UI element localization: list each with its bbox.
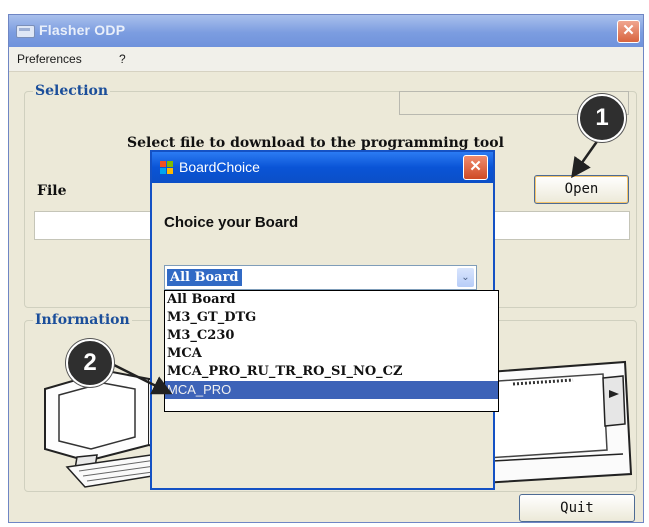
board-select[interactable]: All Board ⌄: [164, 265, 477, 290]
menu-preferences[interactable]: Preferences: [17, 52, 82, 66]
dropdown-option-selected[interactable]: MCA_PRO: [165, 381, 498, 399]
menu-help[interactable]: ?: [119, 52, 126, 66]
dropdown-option[interactable]: All Board: [165, 291, 498, 309]
dropdown-option[interactable]: M3_GT_DTG: [165, 309, 498, 327]
window-title: Flasher ODP: [39, 22, 126, 38]
callout-badge-1: 1: [578, 94, 626, 142]
chevron-down-icon[interactable]: ⌄: [457, 268, 474, 287]
callout-badge-2: 2: [66, 339, 114, 387]
dialog-close-button[interactable]: ✕: [463, 155, 488, 180]
open-button[interactable]: Open: [534, 175, 629, 204]
quit-button[interactable]: Quit: [519, 494, 635, 522]
title-bar[interactable]: Flasher ODP ✕: [9, 15, 643, 47]
selection-group-title: Selection: [33, 83, 111, 99]
instruction-text: Select file to download to the programmi…: [127, 135, 504, 151]
dropdown-option[interactable]: MCA: [165, 345, 498, 363]
windows-flag-icon: [160, 161, 173, 174]
board-choice-dialog: BoardChoice ✕ Choice your Board All Boar…: [150, 150, 499, 490]
information-group-title: Information: [33, 312, 132, 328]
dialog-title: BoardChoice: [179, 159, 260, 175]
board-dropdown-list: All Board M3_GT_DTG M3_C230 MCA MCA_PRO_…: [164, 290, 499, 412]
dropdown-option[interactable]: M3_C230: [165, 327, 498, 345]
dropdown-option[interactable]: MCA_PRO_RU_TR_RO_SI_NO_CZ: [165, 363, 498, 381]
window-app-icon: [16, 25, 35, 38]
file-label: File: [37, 183, 67, 199]
dialog-heading: Choice your Board: [164, 214, 299, 231]
close-button[interactable]: ✕: [617, 20, 640, 43]
dialog-title-bar[interactable]: BoardChoice ✕: [152, 152, 493, 183]
board-select-value: All Board: [167, 269, 242, 286]
menu-bar: Preferences ?: [9, 47, 643, 72]
